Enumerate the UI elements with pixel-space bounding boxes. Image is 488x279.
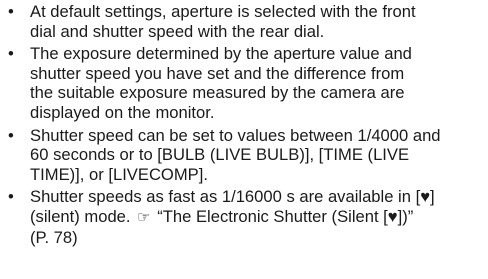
bullet-text-line: Shutter speeds as fast as 1/16000 s are … — [30, 187, 435, 207]
bullet-text-line: displayed on the monitor. — [30, 102, 215, 122]
bullet-text-line: TIME)], or [LIVECOMP]. — [30, 164, 208, 184]
bullet-item-silent-mode: • Shutter speeds as fast as 1/16000 s ar… — [8, 187, 482, 247]
bullet-item-default-settings: • At default settings, aperture is selec… — [8, 2, 482, 41]
bullet-marker: • — [8, 2, 14, 21]
bullet-reference-line: (silent) mode. ☞ “The Electronic Shutter… — [30, 207, 482, 228]
bullet-text-line: Shutter speed can be set to values betwe… — [30, 125, 441, 145]
reference-pointer-icon: ☞ — [137, 208, 151, 226]
page-reference[interactable]: (P. 78) — [30, 228, 482, 248]
bullet-text-line: shutter speed you have set and the diffe… — [30, 63, 405, 83]
cross-reference-link[interactable]: “The Electronic Shutter (Silent [♥])” — [157, 207, 413, 226]
bullet-list: • At default settings, aperture is selec… — [8, 2, 482, 247]
bullet-text-fragment: (silent) mode. — [30, 206, 131, 226]
bullet-item-exposure-display: • The exposure determined by the apertur… — [8, 44, 482, 122]
bullet-text-line: The exposure determined by the aperture … — [30, 44, 412, 64]
bullet-item-shutter-range: • Shutter speed can be set to values bet… — [8, 126, 482, 185]
bullet-text-line: At default settings, aperture is selecte… — [30, 2, 416, 21]
bullet-text-line: 60 seconds or to [BULB (LIVE BULB)], [TI… — [30, 145, 410, 165]
manual-page: • At default settings, aperture is selec… — [0, 0, 488, 279]
bullet-text-line: the suitable exposure measured by the ca… — [30, 83, 405, 103]
bullet-marker: • — [8, 44, 14, 64]
bullet-marker: • — [8, 125, 14, 145]
bullet-text-line: dial and shutter speed with the rear dia… — [30, 21, 325, 41]
bullet-marker: • — [8, 187, 14, 207]
